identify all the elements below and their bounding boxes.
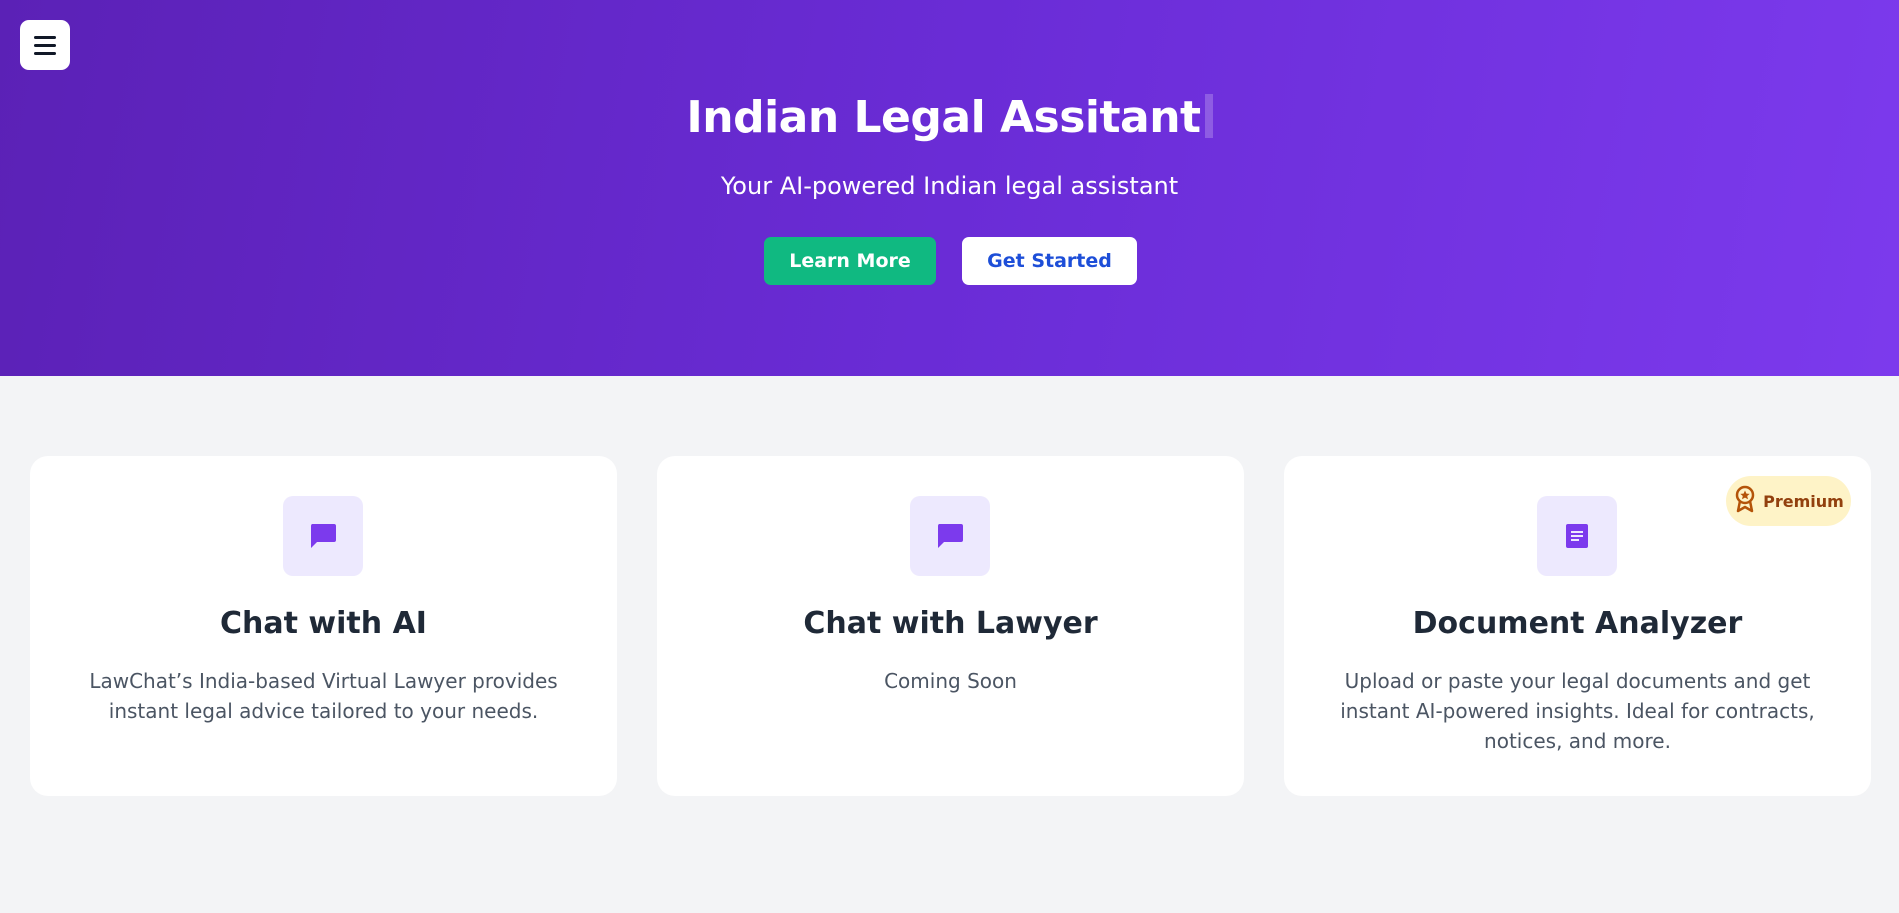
hamburger-menu-icon	[34, 35, 56, 39]
hero-section: Indian Legal Assitant Your AI-powered In…	[0, 0, 1899, 376]
card-description-line: Coming Soon	[884, 669, 1017, 693]
card-description: LawChat’s India-based Virtual Lawyer pro…	[80, 666, 567, 726]
card-title: Chat with AI	[220, 606, 427, 641]
feature-card-chat-lawyer[interactable]: Chat with Lawyer Coming Soon	[657, 456, 1244, 796]
award-icon	[1733, 485, 1757, 517]
premium-badge: Premium	[1726, 476, 1851, 526]
page-title-text: Indian Legal Assitant	[686, 92, 1201, 143]
feature-card-document-analyzer[interactable]: Premium Document Analyzer Upload or past…	[1284, 456, 1871, 796]
document-icon	[1537, 496, 1617, 576]
card-description-line: LawChat’s India-based Virtual Lawyer pro…	[89, 669, 558, 693]
page-subtitle: Your AI-powered Indian legal assistant	[720, 172, 1179, 200]
card-description: Upload or paste your legal documents and…	[1334, 666, 1821, 756]
card-title: Chat with Lawyer	[803, 606, 1098, 641]
chat-bubble-icon	[910, 496, 990, 576]
typing-caret	[1204, 94, 1213, 138]
chat-bubble-icon	[283, 496, 363, 576]
feature-card-chat-ai[interactable]: Chat with AI LawChat’s India-based Virtu…	[30, 456, 617, 796]
get-started-button[interactable]: Get Started	[962, 237, 1137, 285]
card-description-line: notices, and more.	[1484, 729, 1671, 753]
card-description: Coming Soon	[707, 666, 1194, 696]
page-title: Indian Legal Assitant	[0, 92, 1899, 143]
card-description-line: instant legal advice tailored to your ne…	[108, 699, 539, 723]
learn-more-button[interactable]: Learn More	[764, 237, 936, 285]
menu-button[interactable]	[20, 20, 70, 70]
card-title: Document Analyzer	[1412, 606, 1743, 641]
hamburger-menu-icon-bar	[34, 51, 56, 55]
card-description-line: Upload or paste your legal documents and…	[1344, 669, 1811, 693]
card-description-line: instant AI-powered insights. Ideal for c…	[1340, 699, 1815, 723]
hamburger-menu-icon-bar	[34, 43, 56, 47]
premium-badge-label: Premium	[1763, 491, 1844, 511]
